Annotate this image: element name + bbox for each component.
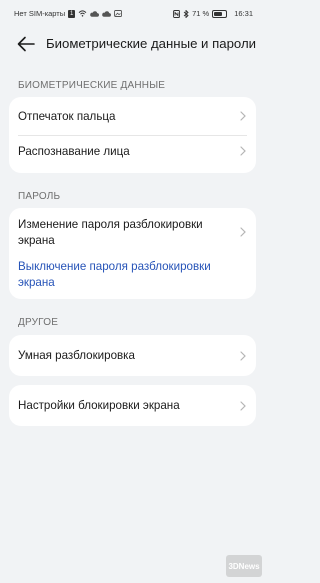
fingerprint-label: Отпечаток пальца: [18, 110, 116, 123]
disable-password-row[interactable]: Выключение пароля разблокировки экрана: [9, 256, 256, 299]
lock-screen-settings-label: Настройки блокировки экрана: [18, 399, 180, 412]
card-password: Изменение пароля разблокировки экрана Вы…: [9, 208, 256, 299]
chevron-right-icon: [240, 351, 246, 361]
battery-icon: [212, 9, 228, 18]
lock-screen-settings-row[interactable]: Настройки блокировки экрана: [9, 385, 256, 426]
wifi-icon: [78, 10, 87, 17]
arrow-left-icon: [17, 36, 35, 52]
watermark-logo: 3DNews: [226, 555, 262, 577]
sim-icon: 1: [68, 9, 76, 18]
bluetooth-icon: [183, 9, 189, 18]
battery-level-fill: [214, 11, 223, 16]
change-password-row[interactable]: Изменение пароля разблокировки экрана: [9, 208, 256, 256]
card-lock-settings: Настройки блокировки экрана: [9, 385, 256, 426]
fingerprint-row[interactable]: Отпечаток пальца: [9, 97, 256, 135]
status-bar: Нет SIM-карты 1 71 % 16:31: [0, 0, 265, 26]
nfc-icon: [173, 9, 181, 18]
section-label-biometric: БИОМЕТРИЧЕСКИЕ ДАННЫЕ: [18, 80, 166, 91]
chevron-right-icon: [240, 146, 246, 156]
change-password-label: Изменение пароля разблокировки экрана: [18, 218, 203, 247]
page-title: Биометрические данные и пароли: [46, 36, 257, 51]
section-label-other: ДРУГОЕ: [18, 317, 59, 328]
card-other: Умная разблокировка: [9, 335, 256, 376]
carrier-text: Нет SIM-карты: [14, 9, 66, 18]
image-icon: [114, 10, 123, 17]
disable-password-link[interactable]: Выключение пароля разблокировки экрана: [18, 259, 243, 291]
status-time: 16:31: [234, 9, 253, 18]
cloud-icon: [102, 10, 112, 17]
face-recognition-label: Распознавание лица: [18, 145, 130, 158]
chevron-right-icon: [240, 227, 246, 237]
back-button[interactable]: [14, 33, 38, 55]
cloud-icon: [90, 10, 100, 17]
chevron-right-icon: [240, 401, 246, 411]
section-label-password: ПАРОЛЬ: [18, 191, 61, 202]
face-recognition-row[interactable]: Распознавание лица: [9, 135, 256, 173]
status-bar-left: Нет SIM-карты 1: [14, 9, 123, 18]
status-bar-right: 71 % 16:31: [173, 9, 253, 18]
chevron-right-icon: [240, 111, 246, 121]
battery-percent: 71 %: [192, 9, 210, 18]
card-biometric: Отпечаток пальца Распознавание лица: [9, 97, 256, 173]
page-header: Биометрические данные и пароли: [0, 27, 265, 61]
smart-unlock-label: Умная разблокировка: [18, 349, 135, 362]
smart-unlock-row[interactable]: Умная разблокировка: [9, 335, 256, 376]
watermark-text: 3DNews: [228, 562, 260, 571]
